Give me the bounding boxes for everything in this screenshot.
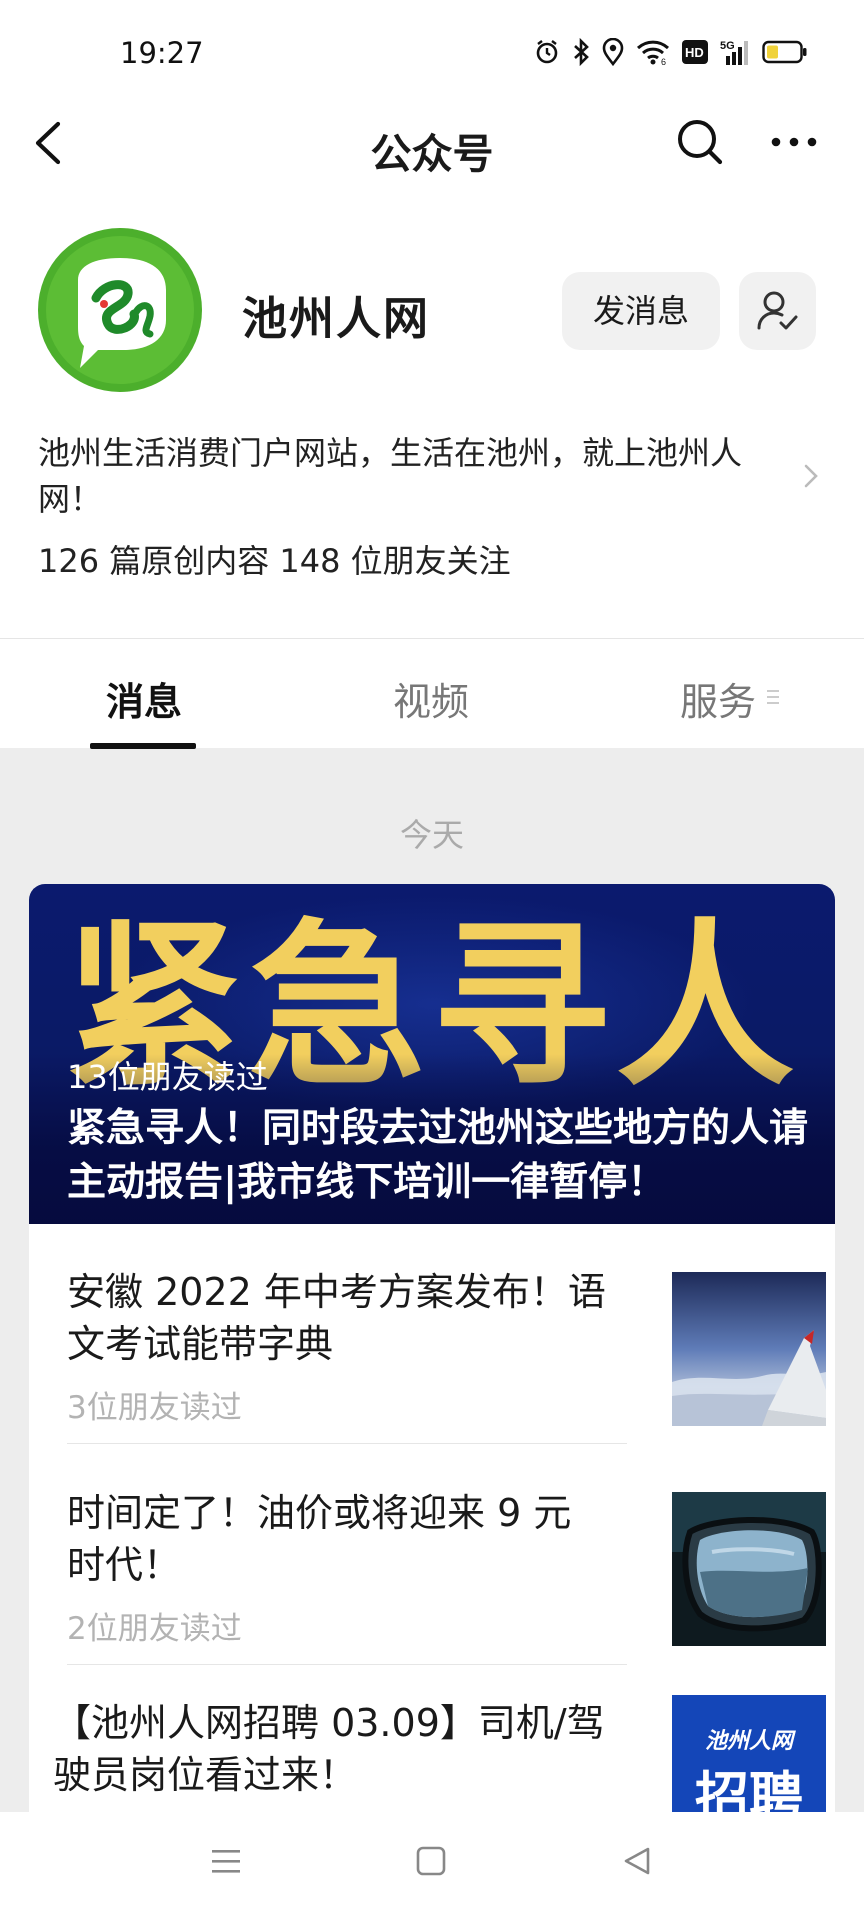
wifi-icon: 6 [636,40,670,65]
tab-services[interactable]: 服务 [680,671,756,726]
send-message-button[interactable]: 发消息 [562,272,720,350]
search-icon[interactable] [676,118,724,166]
list-item[interactable]: 安徽 2022 年中考方案发布！语文考试能带字典 3位朋友读过 [67,1266,826,1476]
tab-messages[interactable]: 消息 [106,671,182,726]
tab-bar: 消息 视频 服务 [0,638,864,749]
account-description[interactable]: 池州生活消费门户网站，生活在池州，就上池州人网！ [38,430,798,522]
follow-status-button[interactable] [739,272,816,350]
featured-reads: 13位朋友读过 [67,1058,268,1096]
divider [67,1664,627,1665]
divider [67,1443,627,1444]
5g-signal-icon: 5G [720,40,748,65]
hd-icon: HD [682,40,708,64]
active-tab-indicator [90,743,196,749]
home-icon[interactable] [416,1846,446,1876]
tab-videos[interactable]: 视频 [393,671,469,726]
article-reads: 2位朋友读过 [67,1611,242,1647]
article-title: 【池州人网招聘 03.09】司机/驾驶员岗位看过来！ [53,1701,605,1797]
featured-title: 紧急寻人！同时段去过池州这些地方的人请主动报告|我市线下培训一律暂停！ [67,1106,809,1205]
location-icon [602,38,624,66]
article-title: 时间定了！油价或将迎来 9 元时代！ [67,1491,572,1587]
article-title: 安徽 2022 年中考方案发布！语文考试能带字典 [67,1270,606,1366]
svg-text:HD: HD [685,45,704,60]
airplane-wing-thumbnail [672,1272,826,1426]
battery-icon [762,40,807,64]
message-card: 紧急寻人 13位朋友读过 紧急寻人！同时段去过池州这些地方的人请主动报告|我市线… [29,884,835,1920]
user-check-icon [757,291,798,330]
page-title: 公众号 [370,130,494,178]
menu-icon[interactable] [210,1846,242,1876]
status-time: 19:27 [120,36,204,70]
date-divider: 今天 [399,816,464,854]
svg-text:5G: 5G [720,40,735,52]
alarm-icon [536,40,558,64]
more-icon[interactable] [770,132,818,152]
featured-article[interactable]: 紧急寻人 13位朋友读过 紧急寻人！同时段去过池州这些地方的人请主动报告|我市线… [29,884,835,1224]
bluetooth-icon [574,38,589,66]
list-item[interactable]: 时间定了！油价或将迎来 9 元时代！ 2位朋友读过 [67,1487,826,1697]
status-icons: 6 HD 5G [534,38,808,66]
account-stats: 126 篇原创内容 148 位朋友关注 [38,542,511,580]
chevron-right-icon[interactable] [802,462,820,490]
svg-text:6: 6 [661,57,666,65]
system-navigation-bar [0,1812,864,1920]
article-reads: 3位朋友读过 [67,1390,242,1426]
back-triangle-icon[interactable] [622,1846,652,1876]
thumb-brand-text: 池州人网 [704,1729,793,1754]
menu-lines-icon [767,690,779,704]
account-name: 池州人网 [242,292,431,345]
car-mirror-thumbnail [672,1492,826,1646]
account-logo[interactable] [38,228,202,392]
